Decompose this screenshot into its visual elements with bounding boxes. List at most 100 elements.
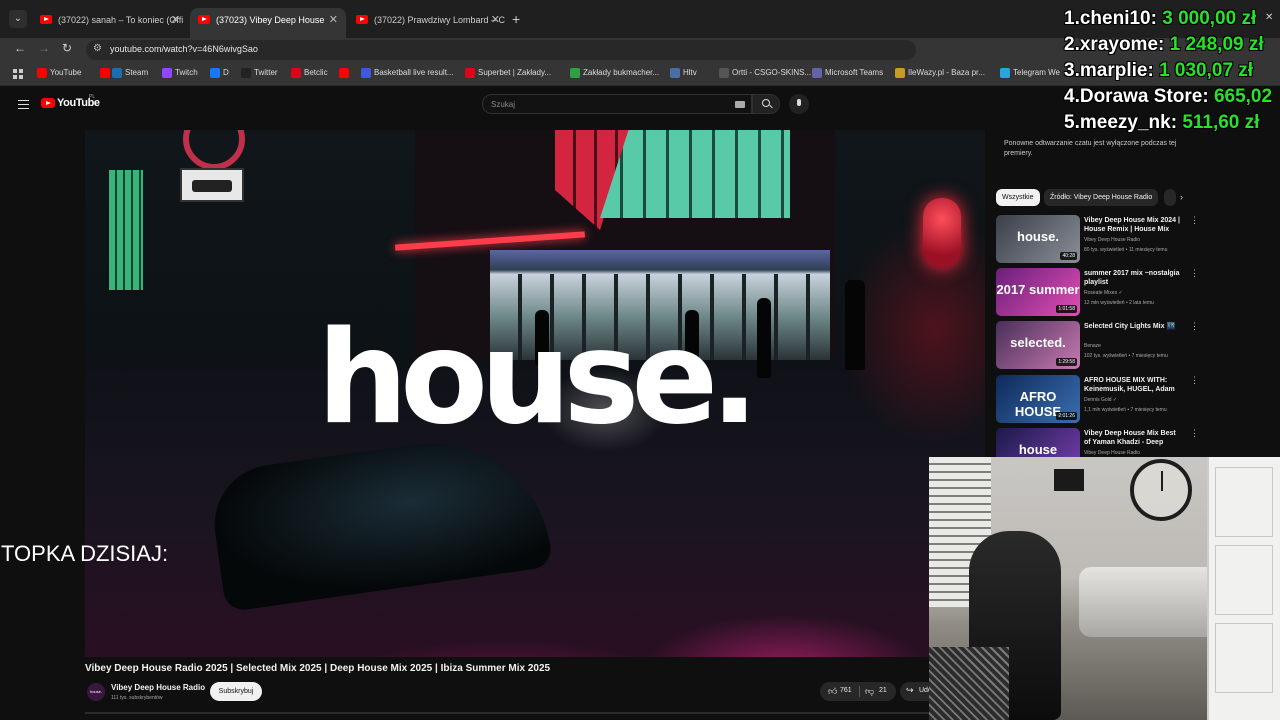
tv-screen: [1054, 469, 1084, 491]
back-arrow-icon[interactable]: ←: [14, 41, 26, 55]
recommendation-title[interactable]: Selected City Lights Mix 🌃: [1084, 322, 1184, 331]
recommendation-item[interactable]: AFRO HOUSE 2:01:26 AFRO HOUSE MIX WITH: Ke…: [996, 375, 1199, 427]
thumbs-up-icon[interactable]: 👍︎: [828, 686, 837, 697]
bookmark-item[interactable]: Hltv: [670, 68, 697, 78]
video-player[interactable]: house.: [85, 130, 985, 657]
bookmark-item[interactable]: Zakłady bukmacher...: [570, 68, 659, 78]
recommendation-title[interactable]: Vibey Deep House Mix Best of Yaman Khadz…: [1084, 429, 1184, 447]
leaderboard-name: Dorawa Store:: [1079, 86, 1209, 107]
recommendation-channel[interactable]: Benaze: [1084, 343, 1184, 349]
recommendation-item[interactable]: house. 40:28 Vibey Deep House Mix 2024 | H…: [996, 215, 1199, 267]
youtube-logo-icon[interactable]: [41, 98, 55, 108]
bookmark-item[interactable]: Basketball live result...: [361, 68, 454, 78]
site-info-icon[interactable]: ⚙: [93, 43, 102, 54]
leaderboard-row: 3.marplie: 1 030,07 zł: [1064, 60, 1278, 86]
bookmark-label: Basketball live result...: [374, 68, 454, 77]
video-overlay-text: house.: [317, 304, 759, 453]
recommendation-thumbnail[interactable]: selected. 1:29:58: [996, 321, 1080, 369]
bookmark-favicon-icon: [812, 68, 822, 78]
bookmark-favicon-icon: [1000, 68, 1010, 78]
search-placeholder: Szukaj: [491, 100, 516, 109]
bookmark-favicon-icon: [895, 68, 905, 78]
bookmark-item[interactable]: Superbet | Zakłady...: [465, 68, 551, 78]
pedestrian: [845, 280, 865, 370]
address-bar[interactable]: ⚙ youtube.com/watch?v=46N6wivgSao: [86, 40, 916, 60]
bookmark-item[interactable]: D: [210, 68, 229, 78]
tab-close-icon[interactable]: ✕: [491, 8, 500, 32]
leaderboard-rank: 5.: [1064, 112, 1080, 133]
leaderboard-name: marplie:: [1079, 60, 1154, 81]
bookmark-item[interactable]: Steam: [112, 68, 148, 78]
bookmark-label: YouTube: [50, 68, 82, 77]
channel-avatar[interactable]: house.: [87, 683, 105, 701]
recommendation-thumbnail[interactable]: AFRO HOUSE 2:01:26: [996, 375, 1080, 423]
chip-more[interactable]: [1164, 189, 1176, 206]
bookmark-item[interactable]: IleWazy.pl - Baza pr...: [895, 68, 985, 78]
chevron-right-icon[interactable]: ›: [1180, 192, 1183, 202]
bookmark-item[interactable]: Microsoft Teams: [812, 68, 884, 78]
more-vert-icon[interactable]: ⋮: [1190, 375, 1199, 386]
tab-close-icon[interactable]: ✕: [329, 8, 338, 32]
chip-source[interactable]: Źródło: Vibey Deep House Radio: [1044, 189, 1159, 206]
country-code: PL: [89, 94, 96, 100]
chip-all[interactable]: Wszystkie: [996, 189, 1040, 206]
bookmark-item[interactable]: Twitter: [241, 68, 278, 78]
reload-icon[interactable]: ↻: [62, 41, 72, 55]
search-input[interactable]: Szukaj: [482, 94, 752, 114]
dislike-count[interactable]: 21: [879, 687, 887, 694]
recommendation-channel[interactable]: Roseate Mixes ✓: [1084, 290, 1184, 296]
keyboard-icon[interactable]: [735, 101, 745, 108]
tab-title: (37022) Prawdziwy Lombard – C: [374, 15, 506, 25]
top-donors-label: TOPKA DZISIAJ:: [1, 541, 169, 566]
bookmark-favicon-icon: [162, 68, 172, 78]
youtube-favicon-icon: [40, 15, 52, 24]
recommendation-channel[interactable]: Vibey Deep House Radio: [1084, 450, 1184, 456]
channel-name[interactable]: Vibey Deep House Radio: [111, 683, 205, 692]
apps-grid-icon[interactable]: [13, 69, 23, 79]
bookmark-item[interactable]: Telegram We: [1000, 68, 1060, 78]
recommendation-title[interactable]: Vibey Deep House Mix 2024 | House Remix …: [1084, 216, 1184, 234]
bookmark-favicon-icon: [241, 68, 251, 78]
tab-title: (37023) Vibey Deep House: [216, 15, 325, 25]
share-arrow-icon: ↪: [906, 685, 914, 695]
video-title: Vibey Deep House Radio 2025 | Selected M…: [85, 663, 551, 674]
more-vert-icon[interactable]: ⋮: [1190, 215, 1199, 226]
new-tab-icon[interactable]: +: [512, 11, 520, 27]
leaderboard-rank: 2.: [1064, 34, 1080, 55]
recommendation-thumbnail[interactable]: house. 40:28: [996, 215, 1080, 263]
recommendation-thumbnail[interactable]: 2017 summer 1:01:58: [996, 268, 1080, 316]
bookmark-label: Twitch: [175, 68, 198, 77]
browser-tab-3[interactable]: (37022) Prawdziwy Lombard – C ✕: [348, 8, 508, 32]
bookmark-item[interactable]: Twitch: [162, 68, 198, 78]
like-count[interactable]: 761: [840, 687, 852, 694]
recommendation-item[interactable]: 2017 summer 1:01:58 summer 2017 mix ~nosta…: [996, 268, 1199, 320]
search-button[interactable]: [752, 94, 780, 114]
forward-arrow-icon[interactable]: →: [38, 41, 50, 55]
more-vert-icon[interactable]: ⋮: [1190, 428, 1199, 439]
leaderboard-name: xrayome:: [1079, 34, 1165, 55]
bookmark-item[interactable]: YouTube: [37, 68, 82, 78]
window-close-icon[interactable]: ✕: [1265, 12, 1273, 23]
tab-close-icon[interactable]: ✕: [171, 8, 180, 32]
recommendation-title[interactable]: summer 2017 mix ~nostalgia playlist: [1084, 269, 1184, 287]
browser-tab-1[interactable]: (37022) sanah – To koniec (Offi ✕: [32, 8, 188, 32]
bookmark-label: Microsoft Teams: [825, 68, 884, 77]
recommendation-channel[interactable]: Vibey Deep House Radio: [1084, 237, 1184, 243]
recommendation-channel[interactable]: Dennis Gold ✓: [1084, 397, 1184, 403]
tab-search-button[interactable]: ⌄: [9, 10, 27, 28]
voice-search-mic-icon[interactable]: [789, 94, 809, 114]
thumbs-down-icon[interactable]: 👎︎: [865, 686, 874, 697]
menu-hamburger-icon[interactable]: [18, 100, 29, 109]
recommendation-meta: 102 tys. wyświetleń • 7 miesięcy temu: [1084, 353, 1168, 359]
subscribe-button[interactable]: Subskrybuj: [210, 682, 262, 701]
more-vert-icon[interactable]: ⋮: [1190, 321, 1199, 332]
recommendation-title[interactable]: AFRO HOUSE MIX WITH: Keinemusik, HUGEL, …: [1084, 376, 1184, 394]
recommendation-item[interactable]: selected. 1:29:58 Selected City Lights Mix…: [996, 321, 1199, 373]
bookmark-item[interactable]: Betclic: [291, 68, 328, 78]
bookmark-favicon-icon: [339, 68, 349, 78]
bookmark-item[interactable]: Ortti - CSGO-SKINS...: [719, 68, 811, 78]
more-vert-icon[interactable]: ⋮: [1190, 268, 1199, 279]
url-text: youtube.com/watch?v=46N6wivgSao: [110, 44, 258, 54]
cabinet-door: [1215, 467, 1273, 537]
browser-tab-2[interactable]: (37023) Vibey Deep House ✕: [190, 8, 346, 38]
